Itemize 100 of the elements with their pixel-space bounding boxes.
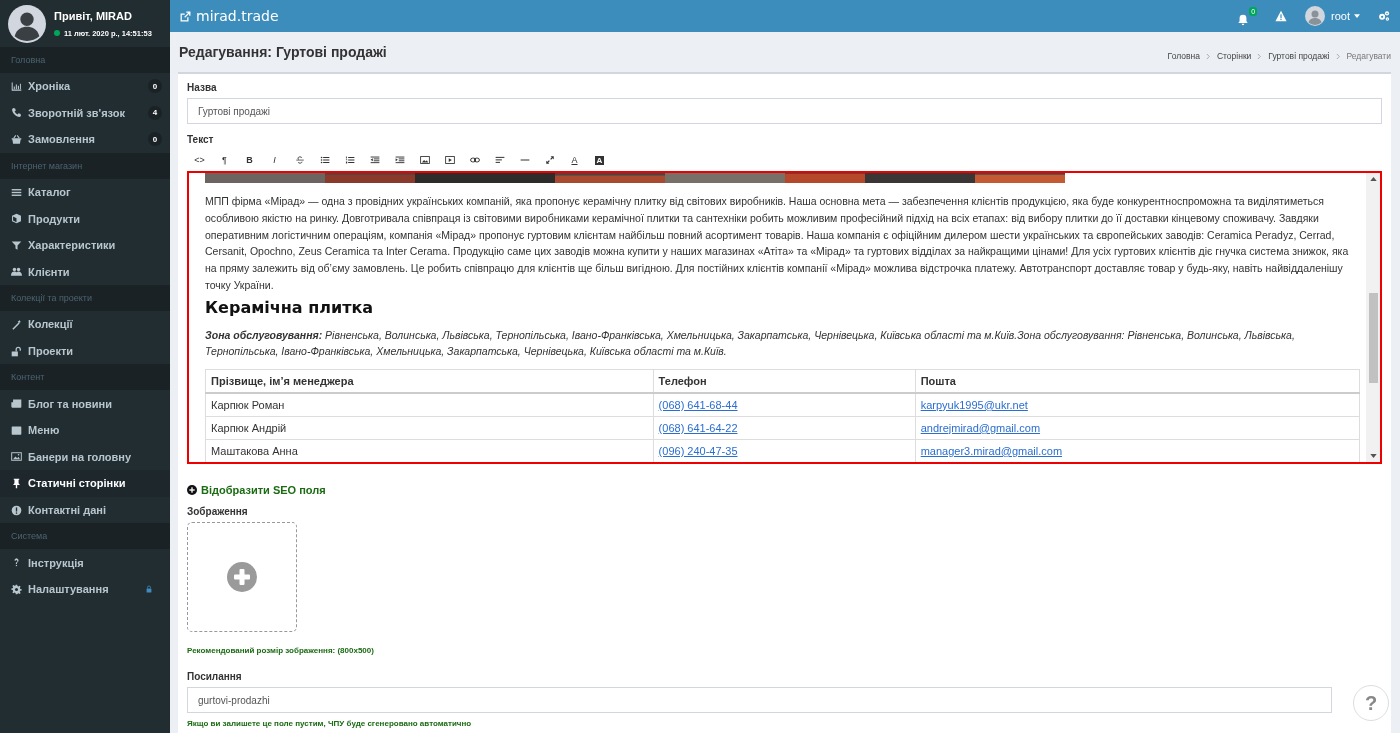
sidebar-item[interactable]: Налаштування (0, 575, 170, 603)
sidebar-item[interactable]: Замовлення 0 (0, 126, 170, 153)
info-circle-icon (11, 504, 22, 516)
breadcrumb-link[interactable]: Сторінки (1216, 51, 1252, 61)
align-left-icon (494, 155, 505, 165)
sidebar-item[interactable]: Каталог (0, 178, 170, 206)
bold-button[interactable]: B (237, 151, 262, 169)
italic-button[interactable]: I (262, 151, 287, 169)
user-greeting: Привіт, MIRAD (54, 9, 133, 22)
indent-icon (394, 155, 405, 165)
table-cell: Маштакова Анна (205, 439, 654, 462)
toolbar-button[interactable]: ¶ (212, 151, 237, 169)
phone-link[interactable]: (068) 641-64-22 (658, 421, 738, 434)
section-header: Головна (0, 47, 170, 73)
warning-icon[interactable] (1275, 10, 1288, 22)
fullscreen-icon (544, 155, 555, 165)
breadcrumb-current: Редагувати (1346, 51, 1391, 61)
page-title: Редагування: Гуртові продажі (179, 44, 387, 60)
slug-field[interactable]: gurtovi-prodazhi (187, 687, 1332, 713)
field-label: Посилання (187, 671, 242, 682)
user-avatar-icon (1305, 6, 1326, 26)
section-heading: Керамічна плитка (205, 299, 375, 317)
table-cell: Карпюк Андрій (205, 416, 654, 440)
seo-toggle-link[interactable]: Відобразити SEO поля (187, 484, 326, 496)
scrollbar-thumb[interactable] (1368, 293, 1378, 383)
phone-link[interactable]: (068) 641-68-44 (658, 398, 738, 411)
pin-icon (11, 477, 22, 489)
background-color-button[interactable]: A (587, 151, 612, 169)
user-menu[interactable]: root (1305, 6, 1360, 26)
scrollbar[interactable] (1366, 173, 1380, 462)
sidebar-item[interactable]: Колекції (0, 311, 170, 338)
section-header: Інтернет магазин (0, 152, 170, 179)
text-editor[interactable] (187, 171, 1382, 464)
cube-icon (11, 213, 22, 225)
sidebar-item[interactable]: Зворотній зв'язок 4 (0, 99, 170, 127)
field-label: Зображення (187, 506, 248, 517)
scroll-down-icon[interactable] (1369, 454, 1377, 458)
link-icon (469, 155, 480, 165)
site-link[interactable]: mirad.trade (180, 8, 279, 24)
hint-text: Рекомендований розмір зображення: (800x500) (187, 646, 374, 655)
sidebar-item[interactable]: Блог та новини (0, 390, 170, 417)
filter-icon (11, 239, 22, 251)
scroll-up-icon[interactable] (1369, 177, 1377, 181)
chart-icon (11, 80, 22, 92)
bulleted-list-icon (319, 155, 330, 165)
plus-circle-icon (187, 485, 197, 495)
gears-icon[interactable] (1378, 10, 1390, 22)
chevron-icon (1335, 52, 1341, 60)
breadcrumb-link[interactable]: Гуртові продажі (1268, 51, 1330, 61)
email-link[interactable]: manager3.mirad@gmail.com (920, 444, 1063, 457)
video-icon (444, 155, 455, 165)
table-cell: Карпюк Роман (205, 393, 654, 417)
avatar-icon (8, 4, 46, 43)
basket-icon (11, 134, 22, 145)
font-color-button[interactable]: A (562, 151, 587, 169)
sidebar-item[interactable]: Продукти (0, 205, 170, 232)
column-header: Прізвище, ім’я менеджера (205, 369, 654, 394)
outdent-icon (369, 155, 380, 165)
add-image-icon (227, 562, 257, 592)
sidebar-item[interactable]: Контактні дані (0, 496, 170, 524)
numbered-list-icon (344, 155, 355, 165)
sidebar-item[interactable]: Статичні сторінки (0, 470, 170, 497)
chevron-icon (1205, 52, 1211, 60)
paragraph: МПП фірма «Мірад» — одна з провідних українських компаній, яка пропонує керамічну плитку від світових виробників. Наша основна мета — забезпечення клієнтів продукцією, яка буде конкурентноспроможна та виділятиметься особливою якістю на ринку. Довготривала співпраця із світовими виробниками керамічної плитки та сантехніки робить можливим професійний підхід на всіх етапах: від вибору плитки до її доставки кінцевому споживачу. Завдяки оперативним логістичним операціям, компанія «Мірад» пропонує гуртовим клієнтам найбільш повний асортимент товарів. Наша компанія є офіційним дилером шести українських та європейських заводів: Ceramica Peradyz, Cerrad, Cersanit, Opochno, Zeus Ceramica та Inter Cerama. Продукцію саме цих заводів можна купити у наших магазинах «Атіта» та «Мірад» та гуртових відділах за найкращими цінами! Для усіх гуртових клієнтів діє гнучка система знижок, яка на пряму залежить від об’єму замовлень. Це робить співпрацю для клієнтів ще більш вигідною. Для постійних клієнтів компанії «Мірад» можлива відстрочка платежу. Автотранспорт доставляє товар у будь-яку, навіть найвіддаленішу точку України. (205, 194, 1350, 293)
unlock-icon (11, 345, 22, 357)
breadcrumb-link[interactable]: Головна (1167, 51, 1200, 61)
chevron-icon (1257, 52, 1263, 60)
column-header: Пошта (915, 369, 1360, 394)
email-link[interactable]: andrejmirad@gmail.com (920, 421, 1041, 434)
email-link[interactable]: karpyuk1995@ukr.net (920, 398, 1028, 411)
count-badge: 0 (148, 79, 162, 94)
section-header: Система (0, 523, 170, 550)
image-icon (11, 451, 22, 463)
wand-icon (11, 318, 22, 330)
paragraph: Зона обслуговування: Рівненська, Волинська, Львівська, Тернопільська, Івано-Франківська, Хмельницька, Закарпатська, Чернівецька, Київська області та м.Київ.Зона обслуговування: Рівненська, Волинська, Львівська, Тернопільська, Івано-Франківська, Хмельницька, Закарпатська, Чернівецька, Київська області та м.Київ. (205, 327, 1296, 360)
sidebar-item[interactable]: Хроніка 0 (0, 73, 170, 100)
newspaper-icon (11, 398, 22, 410)
column-header: Телефон (653, 369, 916, 394)
sidebar-item[interactable]: Проекти (0, 337, 170, 365)
sidebar-item[interactable]: Клієнти (0, 258, 170, 286)
count-badge: 0 (148, 132, 162, 147)
phone-link[interactable]: (096) 240-47-35 (658, 444, 738, 457)
gear-icon (11, 583, 22, 595)
strikethrough-icon (294, 155, 305, 165)
field-label: Назва (187, 82, 217, 93)
image-upload-area[interactable] (187, 522, 297, 632)
sidebar-item[interactable]: Банери на головну (0, 443, 170, 471)
sidebar-item[interactable]: Характеристики (0, 231, 170, 259)
toolbar-button[interactable]: <> (187, 151, 212, 169)
sidebar-item[interactable]: Інструкція (0, 549, 170, 576)
caret-icon (1354, 14, 1360, 18)
bell-icon (1237, 13, 1250, 26)
users-icon (11, 266, 22, 278)
list-icon (11, 186, 22, 198)
section-header: Колекції та проекти (0, 285, 170, 312)
field-label: Текст (187, 134, 214, 145)
hint-text: Якщо ви залишете це поле пустим, ЧПУ буде сгенеровано автоматично (187, 719, 472, 728)
image-icon (419, 155, 430, 165)
name-field[interactable]: Гуртові продажі (187, 98, 1382, 124)
sidebar-item[interactable]: Меню (0, 416, 170, 444)
